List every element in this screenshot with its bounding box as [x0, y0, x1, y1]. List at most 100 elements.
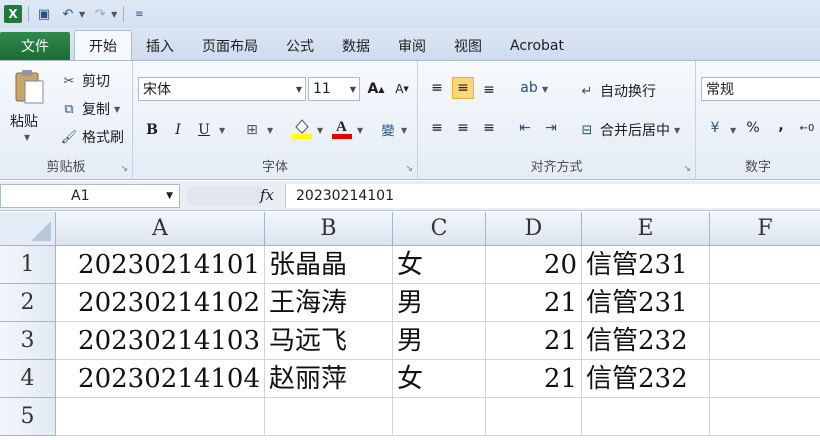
- font-name-combo[interactable]: 宋体 ▼: [138, 77, 306, 101]
- row-header-3[interactable]: 3: [0, 322, 56, 360]
- select-all-button[interactable]: [0, 212, 56, 246]
- chevron-down-icon[interactable]: ▼: [296, 85, 302, 94]
- tab-acrobat[interactable]: Acrobat: [496, 32, 578, 60]
- cell-e2[interactable]: 信管231: [582, 284, 710, 322]
- cell-a5[interactable]: [56, 398, 265, 436]
- font-color-dropdown-icon[interactable]: ▼: [357, 126, 363, 135]
- excel-logo-icon[interactable]: X: [4, 5, 22, 23]
- paste-dropdown-icon[interactable]: ▼: [24, 133, 30, 142]
- cell-f3[interactable]: [710, 322, 820, 360]
- percent-button[interactable]: %: [742, 117, 764, 139]
- align-center-icon[interactable]: ≡: [452, 117, 474, 139]
- orientation-dropdown-icon[interactable]: ▼: [542, 85, 548, 94]
- number-format-combo[interactable]: 常规: [701, 77, 820, 101]
- align-bottom-icon[interactable]: ≡: [478, 79, 500, 101]
- cell-d5[interactable]: [486, 398, 582, 436]
- cell-a4[interactable]: 20230214104: [56, 360, 265, 398]
- redo-dropdown-icon[interactable]: ▼: [111, 10, 117, 19]
- fill-color-dropdown-icon[interactable]: ▼: [317, 126, 323, 135]
- cell-e3[interactable]: 信管232: [582, 322, 710, 360]
- tab-review[interactable]: 审阅: [384, 32, 440, 60]
- copy-button[interactable]: ⧉ 复制 ▼: [60, 97, 120, 121]
- font-launcher-icon[interactable]: ↘: [405, 164, 413, 174]
- save-icon[interactable]: ▣: [35, 5, 53, 23]
- cell-b4[interactable]: 赵丽萍: [265, 360, 393, 398]
- formula-bar-handle[interactable]: [186, 186, 266, 206]
- column-header-d[interactable]: D: [486, 212, 582, 246]
- paste-button[interactable]: 粘贴: [10, 111, 38, 131]
- underline-dropdown-icon[interactable]: ▼: [219, 126, 225, 135]
- shrink-font-icon[interactable]: A ▼: [391, 78, 413, 100]
- grow-font-icon[interactable]: A ▲: [365, 78, 387, 100]
- merge-center-button[interactable]: ⊟ 合并后居中 ▼: [578, 118, 681, 142]
- row-header-2[interactable]: 2: [0, 284, 56, 322]
- redo-icon[interactable]: ↷: [91, 5, 109, 23]
- cell-f1[interactable]: [710, 246, 820, 284]
- row-header-4[interactable]: 4: [0, 360, 56, 398]
- increase-decimal-icon[interactable]: ←0: [796, 117, 818, 139]
- font-color-icon[interactable]: A: [331, 117, 353, 139]
- cell-a2[interactable]: 20230214102: [56, 284, 265, 322]
- cell-b3[interactable]: 马远飞: [265, 322, 393, 360]
- cell-f4[interactable]: [710, 360, 820, 398]
- column-header-f[interactable]: F: [710, 212, 820, 246]
- chevron-down-icon[interactable]: ▼: [350, 85, 356, 94]
- underline-button[interactable]: U: [193, 119, 215, 141]
- comma-button[interactable]: ,: [770, 115, 792, 137]
- copy-dropdown-icon[interactable]: ▼: [114, 105, 120, 114]
- tab-formulas[interactable]: 公式: [272, 32, 328, 60]
- customize-qat-icon[interactable]: ≡: [130, 5, 148, 23]
- currency-icon[interactable]: ¥: [704, 117, 726, 139]
- fill-color-icon[interactable]: [291, 117, 313, 139]
- cell-f2[interactable]: [710, 284, 820, 322]
- cell-d2[interactable]: 21: [486, 284, 582, 322]
- increase-indent-icon[interactable]: ⇥: [540, 117, 562, 139]
- cut-button[interactable]: ✂ 剪切: [60, 69, 110, 93]
- cell-c1[interactable]: 女: [393, 246, 486, 284]
- align-right-icon[interactable]: ≡: [478, 117, 500, 139]
- formula-input[interactable]: 20230214101: [285, 184, 820, 208]
- name-box[interactable]: A1 ▼: [0, 184, 180, 208]
- phonetic-dropdown-icon[interactable]: ▼: [401, 126, 407, 135]
- decrease-indent-icon[interactable]: ⇤: [514, 117, 536, 139]
- bold-button[interactable]: B: [141, 119, 163, 141]
- insert-function-icon[interactable]: fx: [260, 186, 274, 204]
- cell-a3[interactable]: 20230214103: [56, 322, 265, 360]
- cell-b1[interactable]: 张晶晶: [265, 246, 393, 284]
- cell-a1[interactable]: 20230214101: [56, 246, 265, 284]
- format-painter-button[interactable]: 🖌 格式刷: [60, 125, 124, 149]
- merge-dropdown-icon[interactable]: ▼: [674, 126, 680, 135]
- orientation-icon[interactable]: ab: [518, 77, 540, 99]
- paste-icon[interactable]: [12, 69, 46, 105]
- row-header-1[interactable]: 1: [0, 246, 56, 284]
- align-middle-icon[interactable]: ≡: [452, 77, 474, 99]
- cell-d4[interactable]: 21: [486, 360, 582, 398]
- column-header-c[interactable]: C: [393, 212, 486, 246]
- align-top-icon[interactable]: ≡: [426, 77, 448, 99]
- column-header-b[interactable]: B: [265, 212, 393, 246]
- cell-c2[interactable]: 男: [393, 284, 486, 322]
- undo-dropdown-icon[interactable]: ▼: [79, 10, 85, 19]
- tab-page-layout[interactable]: 页面布局: [188, 32, 272, 60]
- border-dropdown-icon[interactable]: ▼: [267, 126, 273, 135]
- cell-b2[interactable]: 王海涛: [265, 284, 393, 322]
- cell-c5[interactable]: [393, 398, 486, 436]
- column-header-e[interactable]: E: [582, 212, 710, 246]
- italic-button[interactable]: I: [167, 119, 189, 141]
- undo-icon[interactable]: ↶: [59, 5, 77, 23]
- chevron-down-icon[interactable]: ▼: [166, 185, 173, 207]
- clipboard-launcher-icon[interactable]: ↘: [120, 164, 128, 174]
- cell-c3[interactable]: 男: [393, 322, 486, 360]
- cell-e1[interactable]: 信管231: [582, 246, 710, 284]
- cell-c4[interactable]: 女: [393, 360, 486, 398]
- cell-f5[interactable]: [710, 398, 820, 436]
- wrap-text-button[interactable]: ↵ 自动换行: [578, 79, 656, 103]
- column-header-a[interactable]: A: [56, 212, 265, 246]
- cell-d3[interactable]: 21: [486, 322, 582, 360]
- row-header-5[interactable]: 5: [0, 398, 56, 436]
- cell-e4[interactable]: 信管232: [582, 360, 710, 398]
- alignment-launcher-icon[interactable]: ↘: [683, 164, 691, 174]
- cell-e5[interactable]: [582, 398, 710, 436]
- currency-dropdown-icon[interactable]: ▼: [730, 126, 736, 135]
- align-left-icon[interactable]: ≡: [426, 117, 448, 139]
